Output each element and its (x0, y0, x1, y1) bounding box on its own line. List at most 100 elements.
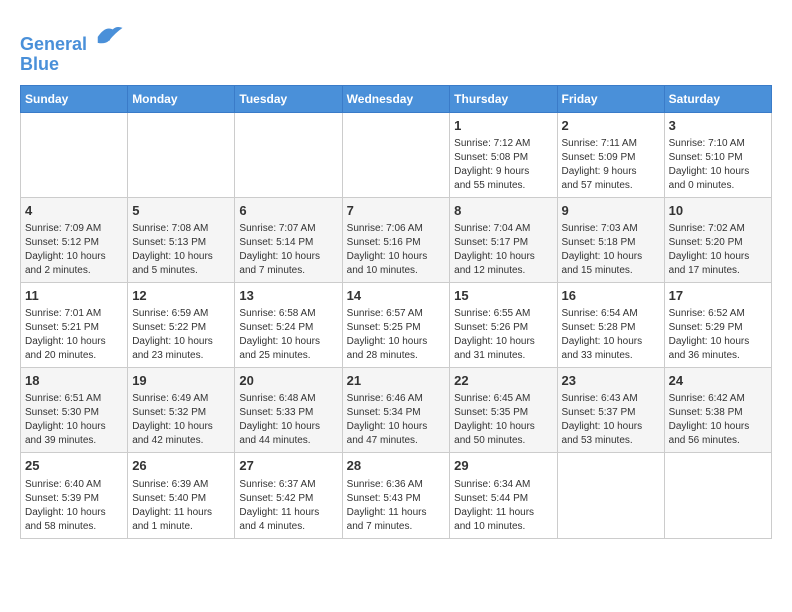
day-info: Sunrise: 7:04 AM Sunset: 5:17 PM Dayligh… (454, 222, 552, 278)
day-number: 2 (562, 117, 660, 135)
logo-blue: Blue (20, 55, 124, 75)
calendar-cell (557, 453, 664, 538)
logo-text: General (20, 20, 124, 55)
calendar-cell (21, 112, 128, 197)
calendar-cell: 18 Sunrise: 6:51 AM Sunset: 5:30 PM Dayli… (21, 368, 128, 453)
day-info: Sunrise: 7:01 AM Sunset: 5:21 PM Dayligh… (25, 307, 123, 363)
day-number: 20 (239, 372, 337, 390)
calendar-cell (235, 112, 342, 197)
header-sunday: Sunday (21, 85, 128, 112)
calendar-week-1: 1 Sunrise: 7:12 AM Sunset: 5:08 PM Daylig… (21, 112, 772, 197)
calendar-body: 1 Sunrise: 7:12 AM Sunset: 5:08 PM Daylig… (21, 112, 772, 538)
day-info: Sunrise: 6:45 AM Sunset: 5:35 PM Dayligh… (454, 392, 552, 448)
header-tuesday: Tuesday (235, 85, 342, 112)
day-info: Sunrise: 6:40 AM Sunset: 5:39 PM Dayligh… (25, 478, 123, 534)
calendar-cell: 27 Sunrise: 6:37 AM Sunset: 5:42 PM Dayli… (235, 453, 342, 538)
calendar-cell: 22 Sunrise: 6:45 AM Sunset: 5:35 PM Dayli… (450, 368, 557, 453)
day-info: Sunrise: 6:51 AM Sunset: 5:30 PM Dayligh… (25, 392, 123, 448)
day-info: Sunrise: 6:48 AM Sunset: 5:33 PM Dayligh… (239, 392, 337, 448)
day-number: 7 (347, 202, 446, 220)
day-info: Sunrise: 6:34 AM Sunset: 5:44 PM Dayligh… (454, 478, 552, 534)
day-info: Sunrise: 6:52 AM Sunset: 5:29 PM Dayligh… (669, 307, 767, 363)
calendar-cell: 8 Sunrise: 7:04 AM Sunset: 5:17 PM Daylig… (450, 197, 557, 282)
calendar-cell: 17Sunrise: 6:52 AM Sunset: 5:29 PM Dayli… (664, 282, 771, 367)
day-number: 18 (25, 372, 123, 390)
day-number: 26 (132, 457, 230, 475)
calendar-cell: 29 Sunrise: 6:34 AM Sunset: 5:44 PM Dayli… (450, 453, 557, 538)
header-row: SundayMondayTuesdayWednesdayThursdayFrid… (21, 85, 772, 112)
day-number: 19 (132, 372, 230, 390)
calendar-cell: 4 Sunrise: 7:09 AM Sunset: 5:12 PM Daylig… (21, 197, 128, 282)
day-number: 28 (347, 457, 446, 475)
day-number: 13 (239, 287, 337, 305)
day-info: Sunrise: 7:02 AM Sunset: 5:20 PM Dayligh… (669, 222, 767, 278)
calendar-cell: 3 Sunrise: 7:10 AM Sunset: 5:10 PM Daylig… (664, 112, 771, 197)
day-info: Sunrise: 6:59 AM Sunset: 5:22 PM Dayligh… (132, 307, 230, 363)
calendar-table: SundayMondayTuesdayWednesdayThursdayFrid… (20, 85, 772, 539)
day-number: 25 (25, 457, 123, 475)
calendar-week-4: 18 Sunrise: 6:51 AM Sunset: 5:30 PM Dayli… (21, 368, 772, 453)
day-number: 11 (25, 287, 123, 305)
day-number: 14 (347, 287, 446, 305)
day-info: Sunrise: 6:55 AM Sunset: 5:26 PM Dayligh… (454, 307, 552, 363)
day-info: Sunrise: 7:10 AM Sunset: 5:10 PM Dayligh… (669, 137, 767, 193)
logo-bird-icon (94, 20, 124, 50)
day-number: 10 (669, 202, 767, 220)
day-info: Sunrise: 6:49 AM Sunset: 5:32 PM Dayligh… (132, 392, 230, 448)
calendar-cell: 21 Sunrise: 6:46 AM Sunset: 5:34 PM Dayli… (342, 368, 450, 453)
calendar-cell: 20 Sunrise: 6:48 AM Sunset: 5:33 PM Dayli… (235, 368, 342, 453)
page-header: General Blue (20, 20, 772, 75)
day-number: 16 (562, 287, 660, 305)
calendar-cell: 15 Sunrise: 6:55 AM Sunset: 5:26 PM Dayli… (450, 282, 557, 367)
day-info: Sunrise: 7:07 AM Sunset: 5:14 PM Dayligh… (239, 222, 337, 278)
calendar-cell: 11 Sunrise: 7:01 AM Sunset: 5:21 PM Dayli… (21, 282, 128, 367)
day-info: Sunrise: 6:36 AM Sunset: 5:43 PM Dayligh… (347, 478, 446, 534)
day-info: Sunrise: 7:06 AM Sunset: 5:16 PM Dayligh… (347, 222, 446, 278)
calendar-cell: 5 Sunrise: 7:08 AM Sunset: 5:13 PM Daylig… (128, 197, 235, 282)
logo: General Blue (20, 20, 124, 75)
calendar-week-2: 4 Sunrise: 7:09 AM Sunset: 5:12 PM Daylig… (21, 197, 772, 282)
day-info: Sunrise: 7:09 AM Sunset: 5:12 PM Dayligh… (25, 222, 123, 278)
day-number: 1 (454, 117, 552, 135)
day-number: 6 (239, 202, 337, 220)
calendar-cell: 16 Sunrise: 6:54 AM Sunset: 5:28 PM Dayli… (557, 282, 664, 367)
header-thursday: Thursday (450, 85, 557, 112)
day-number: 8 (454, 202, 552, 220)
calendar-cell: 1 Sunrise: 7:12 AM Sunset: 5:08 PM Daylig… (450, 112, 557, 197)
day-number: 24 (669, 372, 767, 390)
calendar-cell (342, 112, 450, 197)
header-friday: Friday (557, 85, 664, 112)
day-number: 27 (239, 457, 337, 475)
calendar-cell: 25 Sunrise: 6:40 AM Sunset: 5:39 PM Dayli… (21, 453, 128, 538)
calendar-cell: 19 Sunrise: 6:49 AM Sunset: 5:32 PM Dayli… (128, 368, 235, 453)
day-info: Sunrise: 7:12 AM Sunset: 5:08 PM Dayligh… (454, 137, 552, 193)
day-number: 4 (25, 202, 123, 220)
calendar-cell: 10 Sunrise: 7:02 AM Sunset: 5:20 PM Dayli… (664, 197, 771, 282)
day-number: 21 (347, 372, 446, 390)
calendar-cell: 14 Sunrise: 6:57 AM Sunset: 5:25 PM Dayli… (342, 282, 450, 367)
calendar-cell (664, 453, 771, 538)
day-info: Sunrise: 6:58 AM Sunset: 5:24 PM Dayligh… (239, 307, 337, 363)
day-number: 22 (454, 372, 552, 390)
day-info: Sunrise: 6:42 AM Sunset: 5:38 PM Dayligh… (669, 392, 767, 448)
day-info: Sunrise: 6:39 AM Sunset: 5:40 PM Dayligh… (132, 478, 230, 534)
calendar-header: SundayMondayTuesdayWednesdayThursdayFrid… (21, 85, 772, 112)
calendar-cell: 24 Sunrise: 6:42 AM Sunset: 5:38 PM Dayli… (664, 368, 771, 453)
day-number: 23 (562, 372, 660, 390)
day-number: 3 (669, 117, 767, 135)
day-info: Sunrise: 7:08 AM Sunset: 5:13 PM Dayligh… (132, 222, 230, 278)
day-number: 12 (132, 287, 230, 305)
day-info: Sunrise: 6:37 AM Sunset: 5:42 PM Dayligh… (239, 478, 337, 534)
calendar-cell: 26 Sunrise: 6:39 AM Sunset: 5:40 PM Dayli… (128, 453, 235, 538)
calendar-cell: 13 Sunrise: 6:58 AM Sunset: 5:24 PM Dayli… (235, 282, 342, 367)
calendar-cell: 28 Sunrise: 6:36 AM Sunset: 5:43 PM Dayli… (342, 453, 450, 538)
day-info: Sunrise: 6:43 AM Sunset: 5:37 PM Dayligh… (562, 392, 660, 448)
day-info: Sunrise: 6:57 AM Sunset: 5:25 PM Dayligh… (347, 307, 446, 363)
day-info: Sunrise: 6:46 AM Sunset: 5:34 PM Dayligh… (347, 392, 446, 448)
day-info: Sunrise: 6:54 AM Sunset: 5:28 PM Dayligh… (562, 307, 660, 363)
calendar-week-3: 11 Sunrise: 7:01 AM Sunset: 5:21 PM Dayli… (21, 282, 772, 367)
calendar-cell: 12 Sunrise: 6:59 AM Sunset: 5:22 PM Dayli… (128, 282, 235, 367)
day-number: 5 (132, 202, 230, 220)
day-number: 15 (454, 287, 552, 305)
day-number: 29 (454, 457, 552, 475)
